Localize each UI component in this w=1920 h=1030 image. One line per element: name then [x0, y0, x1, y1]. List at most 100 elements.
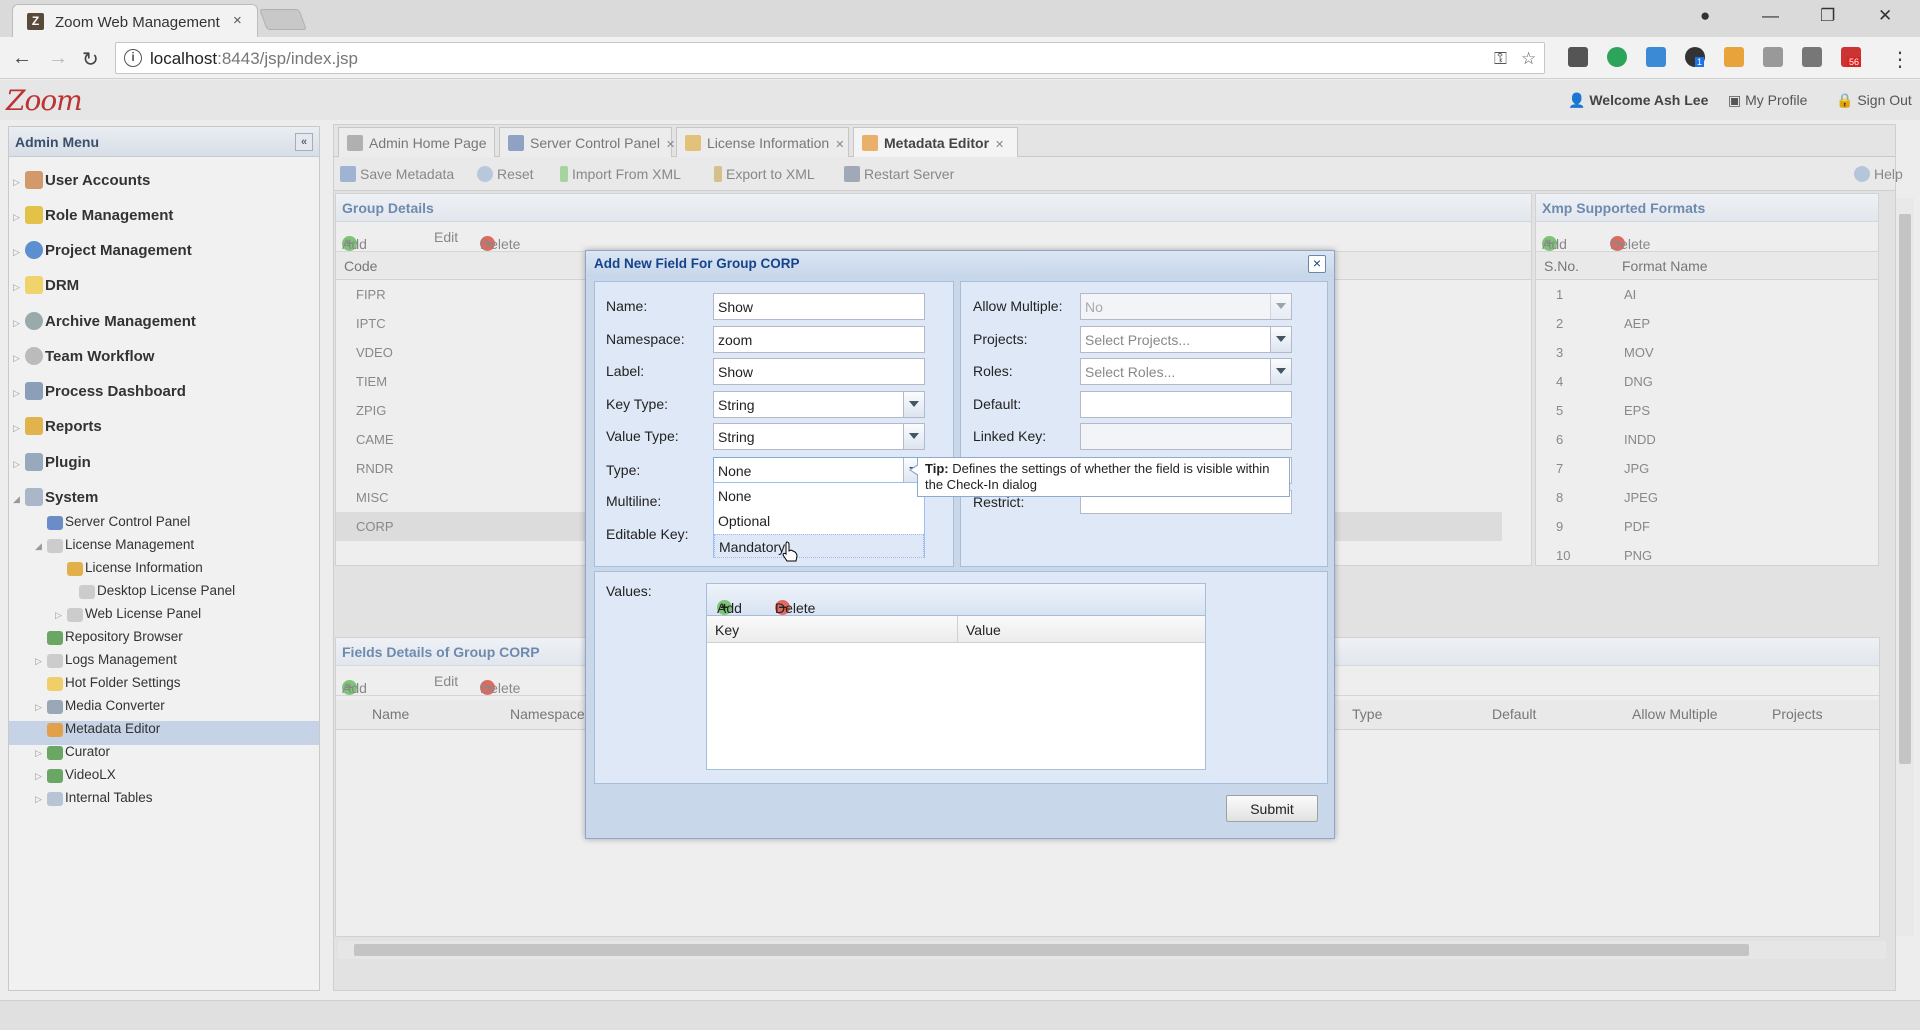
projects-select[interactable]: Select Projects... — [1080, 326, 1292, 353]
table-row[interactable]: 7 JPG — [1536, 454, 1878, 483]
restart-server-button[interactable]: Restart Server — [844, 166, 954, 182]
sign-out-link[interactable]: 🔒 Sign Out — [1836, 92, 1912, 109]
sidebar-item-archive-management[interactable]: ▷ Archive Management — [13, 312, 196, 336]
linked-key-input[interactable] — [1080, 423, 1292, 450]
key-icon[interactable]: ⚿ — [1494, 49, 1507, 69]
table-row[interactable]: 2 AEP — [1536, 309, 1878, 338]
key-type-select[interactable]: String — [713, 391, 925, 418]
extension-icon[interactable] — [1724, 47, 1744, 67]
table-row[interactable]: 10 PNG — [1536, 541, 1878, 565]
calendar-icon[interactable] — [1802, 47, 1822, 67]
reset-button[interactable]: Reset — [477, 166, 534, 182]
sidebar-item-license-information[interactable]: License Information — [67, 560, 203, 584]
sidebar-item-process-dashboard[interactable]: ▷ Process Dashboard — [13, 382, 186, 406]
back-icon[interactable]: ← — [12, 47, 32, 70]
url-path: :8443/jsp/index.jsp — [217, 49, 358, 68]
horizontal-scrollbar[interactable] — [338, 941, 1886, 959]
chevron-down-icon[interactable] — [903, 424, 924, 449]
tab-admin-home-page[interactable]: Admin Home Page — [338, 127, 495, 157]
restore-icon[interactable]: ❐ — [1820, 6, 1835, 26]
label-input[interactable]: Show — [713, 358, 925, 385]
sidebar-item-license-management[interactable]: ◢ License Management — [35, 537, 194, 561]
roles-select[interactable]: Select Roles... — [1080, 358, 1292, 385]
chevron-down-icon[interactable] — [1270, 327, 1291, 352]
sidebar-item-web-license-panel[interactable]: ▷ Web License Panel — [55, 606, 201, 630]
sidebar-item-project-management[interactable]: ▷ Project Management — [13, 241, 192, 265]
profile-icon[interactable]: ● — [1700, 6, 1710, 26]
chevron-down-icon[interactable] — [903, 392, 924, 417]
new-tab-button[interactable] — [259, 9, 307, 30]
sidebar-item-desktop-license-panel[interactable]: Desktop License Panel — [79, 583, 235, 607]
type-select[interactable]: None — [713, 457, 925, 484]
table-row[interactable]: 5 EPS — [1536, 396, 1878, 425]
sidebar-item-role-management[interactable]: ▷ Role Management — [13, 206, 173, 230]
table-row[interactable]: 6 INDD — [1536, 425, 1878, 454]
save-metadata-button[interactable]: Save Metadata — [340, 166, 454, 182]
mail-icon[interactable]: 56 — [1841, 47, 1862, 67]
grammarly-icon[interactable] — [1607, 47, 1627, 67]
reload-icon[interactable]: ↻ — [82, 47, 99, 72]
sidebar-item-logs-management[interactable]: ▷ Logs Management — [35, 652, 177, 676]
chevron-down-icon[interactable] — [1270, 294, 1291, 319]
minimize-icon[interactable]: — — [1762, 6, 1779, 26]
tab-license-information[interactable]: License Information ✕ — [676, 127, 849, 157]
table-row[interactable]: 1 AI — [1536, 280, 1878, 309]
sidebar-item-media-converter[interactable]: ▷ Media Converter — [35, 698, 165, 722]
import-xml-button[interactable]: Import From XML — [560, 166, 681, 182]
url-field[interactable]: i localhost:8443/jsp/index.jsp ⚿ ☆ — [115, 42, 1545, 74]
info-icon[interactable]: i — [124, 49, 142, 67]
tab-server-control-panel[interactable]: Server Control Panel ✕ — [499, 127, 675, 157]
sidebar-item-reports[interactable]: ▷ Reports — [13, 417, 102, 441]
moon-icon[interactable]: 1 — [1685, 47, 1705, 67]
sidebar-item-curator[interactable]: ▷ Curator — [35, 744, 110, 768]
submit-button[interactable]: Submit — [1226, 795, 1318, 822]
extension-icon[interactable] — [1568, 47, 1588, 67]
close-window-icon[interactable]: ✕ — [1878, 6, 1892, 26]
table-row[interactable]: 8 JPEG — [1536, 483, 1878, 512]
dialog-close-icon[interactable]: × — [1308, 255, 1326, 273]
sidebar-item-repository-browser[interactable]: Repository Browser — [47, 629, 183, 653]
tab-metadata-editor[interactable]: Metadata Editor ✕ — [853, 127, 1018, 157]
chevron-down-icon[interactable] — [1270, 359, 1291, 384]
table-row[interactable]: 9 PDF — [1536, 512, 1878, 541]
sidebar-item-hot-folder-settings[interactable]: Hot Folder Settings — [47, 675, 181, 699]
default-input[interactable] — [1080, 391, 1292, 418]
sidebar-item-plugin[interactable]: ▷ Plugin — [13, 453, 91, 477]
type-option-optional[interactable]: Optional — [714, 509, 924, 533]
table-row[interactable]: 3 MOV — [1536, 338, 1878, 367]
scrollbar-thumb[interactable] — [1899, 214, 1911, 764]
sidebar-item-videolx[interactable]: ▷ VideoLX — [35, 767, 116, 791]
export-xml-button[interactable]: Export to XML — [714, 166, 815, 182]
sidebar-item-team-workflow[interactable]: ▷ Team Workflow — [13, 347, 154, 371]
tab-close-icon[interactable]: ✕ — [835, 139, 844, 151]
tab-close-icon[interactable]: ✕ — [666, 139, 675, 151]
forward-icon[interactable]: → — [48, 47, 68, 70]
field-edit-button[interactable]: Edit — [434, 673, 458, 689]
type-option-mandatory[interactable]: Mandatory — [714, 534, 924, 558]
collapse-sidebar-button[interactable]: « — [295, 133, 313, 151]
vertical-scrollbar[interactable] — [1896, 198, 1914, 936]
allow-multiple-select[interactable]: No — [1080, 293, 1292, 320]
sidebar-item-system[interactable]: ◢ System — [13, 488, 98, 512]
extension-icon[interactable] — [1646, 47, 1666, 67]
sidebar-item-server-control-panel[interactable]: Server Control Panel — [47, 514, 190, 538]
sidebar-item-internal-tables[interactable]: ▷ Internal Tables — [35, 790, 153, 814]
my-profile-link[interactable]: ▣ My Profile — [1728, 92, 1807, 109]
menu-kebab-icon[interactable]: ⋮ — [1890, 47, 1910, 72]
value-type-select[interactable]: String — [713, 423, 925, 450]
type-option-none[interactable]: None — [714, 484, 924, 508]
sidebar-item-drm[interactable]: ▷ DRM — [13, 276, 79, 300]
table-row[interactable]: 4 DNG — [1536, 367, 1878, 396]
scrollbar-thumb[interactable] — [354, 944, 1749, 956]
help-button[interactable]: Help — [1854, 166, 1903, 182]
extension-icon[interactable] — [1763, 47, 1783, 67]
sidebar-item-user-accounts[interactable]: ▷ User Accounts — [13, 171, 150, 195]
group-edit-button[interactable]: Edit — [434, 229, 458, 245]
star-icon[interactable]: ☆ — [1521, 49, 1536, 69]
browser-tab[interactable]: Z Zoom Web Management × — [12, 4, 258, 37]
namespace-input[interactable]: zoom — [713, 326, 925, 353]
tab-close-icon[interactable]: × — [233, 12, 242, 29]
sidebar-item-metadata-editor[interactable]: Metadata Editor — [9, 721, 319, 745]
name-input[interactable]: Show — [713, 293, 925, 320]
tab-close-icon[interactable]: ✕ — [995, 139, 1004, 151]
